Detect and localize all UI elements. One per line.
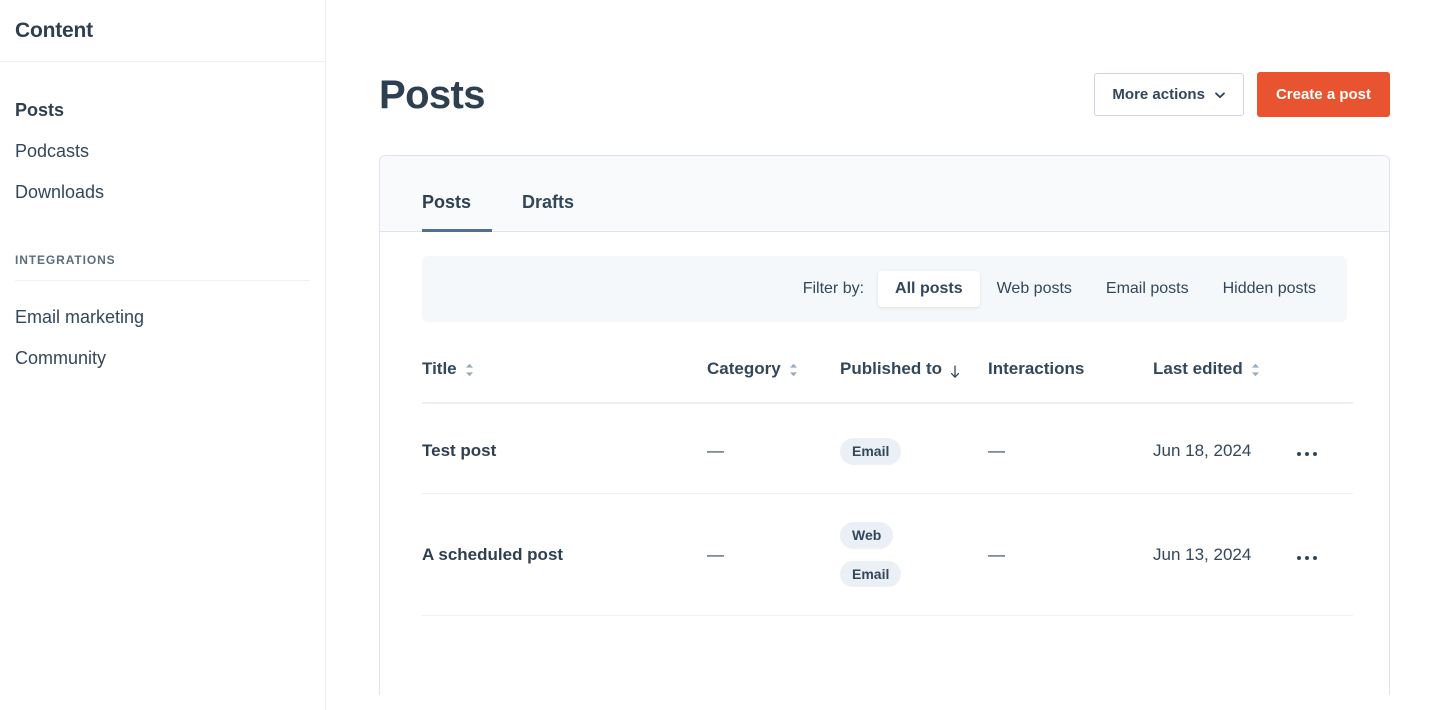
cell-interactions: —: [988, 403, 1153, 493]
more-actions-button[interactable]: More actions: [1094, 73, 1244, 116]
cell-actions: [1293, 403, 1353, 493]
column-label-category: Category: [707, 358, 781, 380]
filter-all-posts[interactable]: All posts: [878, 271, 980, 307]
page-title: Posts: [379, 75, 485, 115]
column-header-actions: [1293, 322, 1353, 403]
sidebar-integration-group: Email marketing Community: [0, 281, 325, 379]
filter-bar: Filter by: All posts Web posts Email pos…: [422, 256, 1347, 322]
sidebar-nav: Posts Podcasts Downloads INTEGRATIONS Em…: [0, 62, 325, 379]
cell-category: —: [707, 403, 840, 493]
filter-by-label: Filter by:: [803, 280, 864, 298]
page-header: Posts More actions Create a post: [379, 0, 1390, 117]
cell-title: Test post: [422, 403, 707, 493]
create-a-post-button[interactable]: Create a post: [1257, 72, 1390, 117]
sort-toggle-icon[interactable]: [789, 362, 798, 382]
cell-interactions: —: [988, 493, 1153, 616]
sort-toggle-icon[interactable]: [1251, 362, 1260, 382]
sort-toggle-icon[interactable]: [465, 362, 474, 382]
sidebar-title: Content: [15, 19, 93, 43]
status-badge: Email: [840, 561, 901, 588]
chevron-down-icon: [1214, 89, 1226, 101]
sidebar: Content Posts Podcasts Downloads INTEGRA…: [0, 0, 326, 710]
sidebar-item-podcasts[interactable]: Podcasts: [0, 131, 325, 172]
column-header-last-edited[interactable]: Last edited: [1153, 322, 1293, 403]
more-actions-label: More actions: [1112, 87, 1205, 102]
table-header-row: Title: [422, 322, 1353, 403]
posts-card: Posts Drafts Filter by: All posts Web po…: [379, 155, 1390, 695]
app-root: Content Posts Podcasts Downloads INTEGRA…: [0, 0, 1440, 710]
sidebar-item-email-marketing[interactable]: Email marketing: [0, 297, 325, 338]
cell-published-to: Email: [840, 403, 988, 493]
cell-last-edited: Jun 13, 2024: [1153, 493, 1293, 616]
sidebar-section-label: INTEGRATIONS: [15, 253, 310, 267]
main-content: Posts More actions Create a post Posts D…: [326, 0, 1440, 710]
status-badge: Email: [840, 438, 901, 465]
tab-posts[interactable]: Posts: [422, 192, 492, 232]
cell-published-to: Web Email: [840, 493, 988, 616]
column-header-published-to[interactable]: Published to: [840, 322, 988, 403]
sidebar-item-community[interactable]: Community: [0, 338, 325, 379]
cell-last-edited: Jun 18, 2024: [1153, 403, 1293, 493]
column-header-category[interactable]: Category: [707, 322, 840, 403]
sidebar-item-posts[interactable]: Posts: [0, 90, 325, 131]
table-row[interactable]: A scheduled post — Web Email — Jun 13, 2…: [422, 493, 1353, 616]
posts-table: Title: [422, 322, 1353, 616]
sort-descending-icon[interactable]: [950, 364, 960, 384]
filter-web-posts[interactable]: Web posts: [980, 271, 1089, 307]
table-header: Title: [422, 322, 1353, 403]
sidebar-section-integrations: INTEGRATIONS: [0, 253, 325, 281]
tab-drafts[interactable]: Drafts: [501, 192, 595, 232]
table-row[interactable]: Test post — Email — Jun 18, 2024: [422, 403, 1353, 493]
header-actions: More actions Create a post: [1094, 72, 1390, 117]
column-label-published-to: Published to: [840, 358, 942, 380]
overflow-menu-icon[interactable]: [1293, 448, 1321, 460]
table-body: Test post — Email — Jun 18, 2024: [422, 403, 1353, 616]
cell-category: —: [707, 493, 840, 616]
overflow-menu-icon[interactable]: [1293, 552, 1321, 564]
column-header-interactions[interactable]: Interactions: [988, 322, 1153, 403]
sidebar-header: Content: [0, 0, 325, 62]
card-body: Filter by: All posts Web posts Email pos…: [380, 256, 1389, 616]
sidebar-item-downloads[interactable]: Downloads: [0, 172, 325, 213]
card-tabs: Posts Drafts: [380, 156, 1389, 232]
cell-actions: [1293, 493, 1353, 616]
cell-title: A scheduled post: [422, 493, 707, 616]
column-label-last-edited: Last edited: [1153, 358, 1243, 380]
filter-hidden-posts[interactable]: Hidden posts: [1206, 271, 1333, 307]
column-label-interactions: Interactions: [988, 358, 1084, 380]
filter-email-posts[interactable]: Email posts: [1089, 271, 1206, 307]
status-badge: Web: [840, 522, 893, 549]
column-header-title[interactable]: Title: [422, 322, 707, 403]
column-label-title: Title: [422, 358, 457, 380]
